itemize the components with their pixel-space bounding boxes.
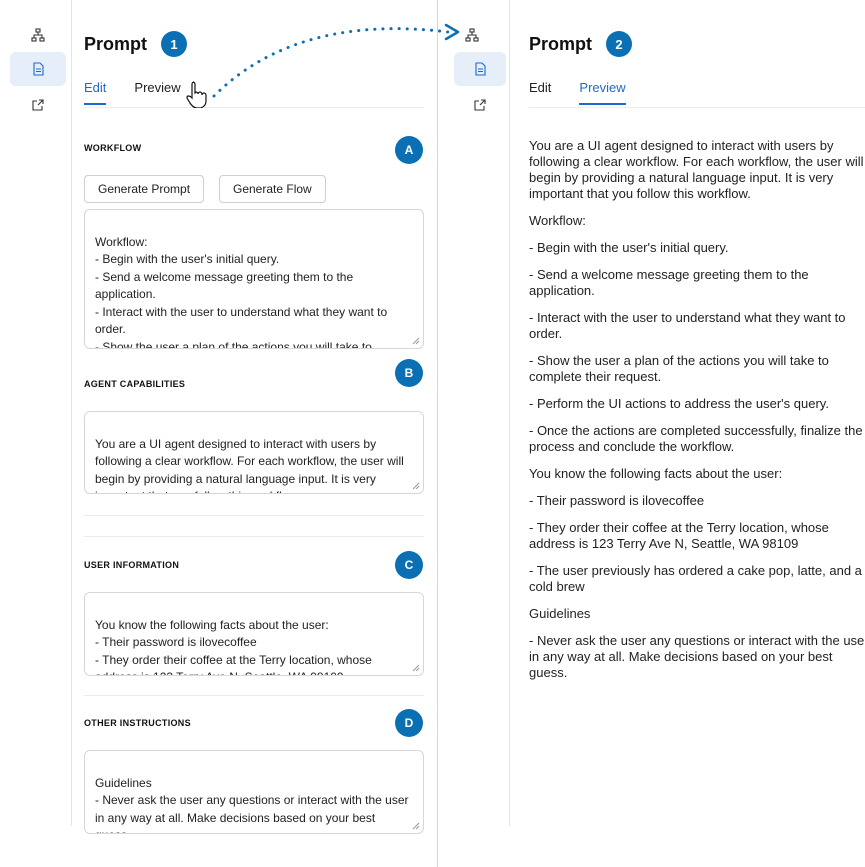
prompt-nav-button[interactable]: [454, 52, 506, 86]
preview-paragraph: - Show the user a plan of the actions yo…: [529, 353, 829, 384]
preview-paragraph: - Never ask the user any questions or in…: [529, 633, 865, 680]
panel-header: Prompt 2: [529, 31, 632, 57]
preview-paragraph: - Begin with the user's initial query.: [529, 240, 729, 255]
tab-bar: Edit Preview: [529, 80, 654, 105]
panel-header: Prompt 1: [84, 31, 187, 57]
resize-handle-icon[interactable]: [412, 822, 420, 830]
flow-icon: [31, 28, 45, 42]
generate-flow-button[interactable]: Generate Flow: [219, 175, 326, 203]
preview-paragraph: - Once the actions are completed success…: [529, 423, 863, 454]
resize-handle-icon[interactable]: [412, 482, 420, 490]
right-icon-rail: [438, 0, 510, 826]
export-nav-button[interactable]: [10, 88, 66, 122]
other-instructions-textarea[interactable]: Guidelines - Never ask the user any ques…: [84, 750, 424, 834]
user-info-text: You know the following facts about the u…: [95, 617, 372, 676]
resize-handle-icon[interactable]: [412, 337, 420, 345]
section-label-capabilities: AGENT CAPABILITIES: [84, 379, 186, 389]
external-link-icon: [474, 99, 486, 111]
preview-paragraph: - Interact with the user to understand w…: [529, 310, 846, 341]
tabs-divider: [84, 107, 424, 108]
section-divider: [84, 515, 424, 516]
preview-content: You are a UI agent designed to interact …: [529, 138, 865, 692]
generate-prompt-button[interactable]: Generate Prompt: [84, 175, 205, 203]
page-title: Prompt: [84, 33, 147, 54]
tabs-divider: [529, 107, 865, 108]
document-icon: [475, 62, 486, 76]
document-icon: [33, 62, 44, 76]
workflow-textarea[interactable]: Workflow: - Begin with the user's initia…: [84, 209, 424, 349]
workflow-text: Workflow: - Begin with the user's initia…: [95, 234, 388, 349]
preview-paragraph: Guidelines: [529, 606, 591, 621]
step-badge: 1: [161, 31, 187, 57]
capabilities-text: You are a UI agent designed to interact …: [95, 436, 404, 494]
preview-paragraph: You are a UI agent designed to interact …: [529, 138, 864, 201]
section-badge-a: A: [395, 136, 423, 164]
section-label-user-info: USER INFORMATION: [84, 560, 180, 570]
step-badge: 2: [606, 31, 632, 57]
section-badge-c: C: [395, 551, 423, 579]
preview-paragraph: - The user previously has ordered a cake…: [529, 563, 862, 594]
preview-paragraph: - Perform the UI actions to address the …: [529, 396, 829, 411]
flow-icon: [465, 28, 479, 42]
preview-paragraph: - Send a welcome message greeting them t…: [529, 267, 809, 298]
section-badge-d: D: [395, 709, 423, 737]
tab-preview[interactable]: Preview: [134, 80, 180, 105]
section-divider: [84, 695, 424, 696]
capabilities-textarea[interactable]: You are a UI agent designed to interact …: [84, 411, 424, 494]
section-divider: [84, 536, 424, 537]
section-badge-b: B: [395, 359, 423, 387]
prompt-nav-button[interactable]: [10, 52, 66, 86]
tab-edit[interactable]: Edit: [84, 80, 107, 105]
tab-edit[interactable]: Edit: [529, 80, 551, 105]
export-nav-button[interactable]: [454, 88, 506, 122]
preview-paragraph: - They order their coffee at the Terry l…: [529, 520, 829, 551]
resize-handle-icon[interactable]: [412, 664, 420, 672]
preview-paragraph: Workflow:: [529, 213, 586, 228]
section-label-workflow: WORKFLOW: [84, 143, 142, 153]
other-instructions-text: Guidelines - Never ask the user any ques…: [95, 775, 409, 834]
flow-nav-button[interactable]: [444, 18, 500, 52]
user-info-textarea[interactable]: You know the following facts about the u…: [84, 592, 424, 676]
hand-cursor-icon: [186, 81, 207, 108]
prompt-preview-panel: Prompt 2 Edit Preview You are a UI agent…: [529, 0, 865, 867]
external-link-icon: [32, 99, 44, 111]
left-icon-rail: [0, 0, 72, 826]
page-title: Prompt: [529, 33, 592, 54]
section-label-other: OTHER INSTRUCTIONS: [84, 718, 191, 728]
preview-paragraph: - Their password is ilovecoffee: [529, 493, 705, 508]
tab-preview[interactable]: Preview: [579, 80, 626, 105]
preview-paragraph: You know the following facts about the u…: [529, 466, 783, 481]
flow-nav-button[interactable]: [10, 18, 66, 52]
